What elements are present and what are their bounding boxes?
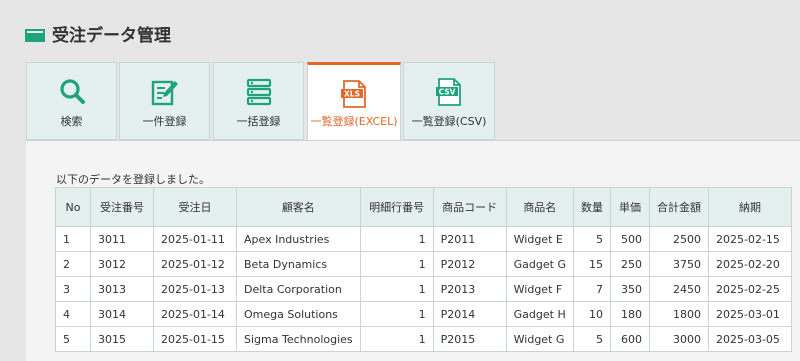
tab-single-register[interactable]: 一件登録 [119, 62, 210, 140]
cell-product-code: P2011 [432, 226, 507, 252]
cell-quantity: 15 [572, 251, 611, 277]
table-row: 3 3013 2025-01-13 Delta Corporation 1 P2… [55, 276, 792, 302]
list-icon [244, 77, 274, 107]
cell-order-no: 3012 [90, 251, 154, 277]
xls-file-icon: XLS [339, 79, 369, 109]
cell-quantity: 5 [572, 326, 611, 352]
col-header: 商品名 [505, 187, 574, 227]
cell-product-code: P2014 [432, 301, 507, 327]
table-row: 5 3015 2025-01-15 Sigma Technologies 1 P… [55, 326, 792, 352]
table-row: 4 3014 2025-01-14 Omega Solutions 1 P201… [55, 301, 792, 327]
cell-unit-price: 350 [609, 276, 650, 302]
cell-line-no: 1 [359, 251, 434, 277]
cell-unit-price: 500 [609, 226, 650, 252]
col-header: 数量 [572, 187, 611, 227]
table-row: 1 3011 2025-01-11 Apex Industries 1 P201… [55, 226, 792, 252]
result-message: 以下のデータを登録しました。 [56, 173, 210, 186]
tab-search[interactable]: 検索 [26, 62, 117, 140]
tab-label: 一覧登録(EXCEL) [310, 115, 398, 128]
cell-order-date: 2025-01-14 [153, 301, 237, 327]
cell-order-date: 2025-01-13 [153, 276, 237, 302]
cell-order-no: 3014 [90, 301, 154, 327]
cell-total: 2450 [648, 276, 709, 302]
cell-no: 5 [55, 326, 91, 352]
cell-product-name: Widget E [505, 226, 574, 252]
cell-due-date: 2025-03-01 [707, 301, 792, 327]
col-header: 明細行番号 [359, 187, 434, 227]
col-header: No [55, 187, 91, 227]
tab-list-register-excel[interactable]: XLS 一覧登録(EXCEL) [307, 62, 401, 142]
tab-list-register-csv[interactable]: CSV 一覧登録(CSV) [403, 62, 495, 140]
cell-no: 1 [55, 226, 91, 252]
cell-quantity: 7 [572, 276, 611, 302]
cell-total: 2500 [648, 226, 709, 252]
cell-product-code: P2012 [432, 251, 507, 277]
cell-order-date: 2025-01-11 [153, 226, 237, 252]
cell-due-date: 2025-02-25 [707, 276, 792, 302]
col-header: 顧客名 [236, 187, 361, 227]
tab-bulk-register[interactable]: 一括登録 [213, 62, 304, 140]
cell-due-date: 2025-03-05 [707, 326, 792, 352]
tab-label: 検索 [60, 115, 83, 128]
cell-quantity: 10 [572, 301, 611, 327]
cell-order-date: 2025-01-15 [153, 326, 237, 352]
col-header: 合計金額 [648, 187, 709, 227]
table-row: 2 3012 2025-01-12 Beta Dynamics 1 P2012 … [55, 251, 792, 277]
col-header: 商品コード [432, 187, 507, 227]
col-header: 受注日 [153, 187, 237, 227]
cell-product-name: Gadget H [505, 301, 574, 327]
cell-order-date: 2025-01-12 [153, 251, 237, 277]
cell-total: 3000 [648, 326, 709, 352]
cell-product-code: P2015 [432, 326, 507, 352]
cell-line-no: 1 [359, 326, 434, 352]
cell-unit-price: 250 [609, 251, 650, 277]
page-header: 受注データ管理 [0, 0, 800, 62]
cell-total: 3750 [648, 251, 709, 277]
col-header: 受注番号 [90, 187, 154, 227]
cell-line-no: 1 [359, 301, 434, 327]
cell-product-code: P2013 [432, 276, 507, 302]
xls-badge: XLS [344, 90, 360, 99]
cell-order-no: 3015 [90, 326, 154, 352]
tab-label: 一覧登録(CSV) [411, 115, 487, 128]
tab-label: 一括登録 [236, 115, 281, 128]
cell-line-no: 1 [359, 276, 434, 302]
cell-unit-price: 180 [609, 301, 650, 327]
csv-badge: CSV [439, 88, 456, 97]
cell-order-no: 3011 [90, 226, 154, 252]
cell-quantity: 5 [572, 226, 611, 252]
cell-no: 3 [55, 276, 91, 302]
cell-due-date: 2025-02-15 [707, 226, 792, 252]
cell-product-name: Widget F [505, 276, 574, 302]
cell-no: 2 [55, 251, 91, 277]
window-icon [25, 29, 45, 42]
cell-total: 1800 [648, 301, 709, 327]
result-table: No 受注番号 受注日 顧客名 明細行番号 商品コード 商品名 数量 単価 合計… [55, 187, 792, 352]
cell-due-date: 2025-02-20 [707, 251, 792, 277]
cell-line-no: 1 [359, 226, 434, 252]
cell-customer: Beta Dynamics [236, 251, 361, 277]
cell-customer: Omega Solutions [236, 301, 361, 327]
cell-product-name: Gadget G [505, 251, 574, 277]
cell-customer: Delta Corporation [236, 276, 361, 302]
cell-customer: Sigma Technologies [236, 326, 361, 352]
cell-unit-price: 600 [609, 326, 650, 352]
col-header: 納期 [707, 187, 792, 227]
cell-order-no: 3013 [90, 276, 154, 302]
tab-label: 一件登録 [142, 115, 187, 128]
cell-no: 4 [55, 301, 91, 327]
csv-file-icon: CSV [434, 77, 464, 107]
table-header-row: No 受注番号 受注日 顧客名 明細行番号 商品コード 商品名 数量 単価 合計… [55, 187, 792, 227]
edit-icon [150, 77, 180, 107]
cell-product-name: Widget G [505, 326, 574, 352]
cell-customer: Apex Industries [236, 226, 361, 252]
col-header: 単価 [609, 187, 650, 227]
page-title: 受注データ管理 [52, 26, 171, 46]
search-icon [57, 77, 87, 107]
